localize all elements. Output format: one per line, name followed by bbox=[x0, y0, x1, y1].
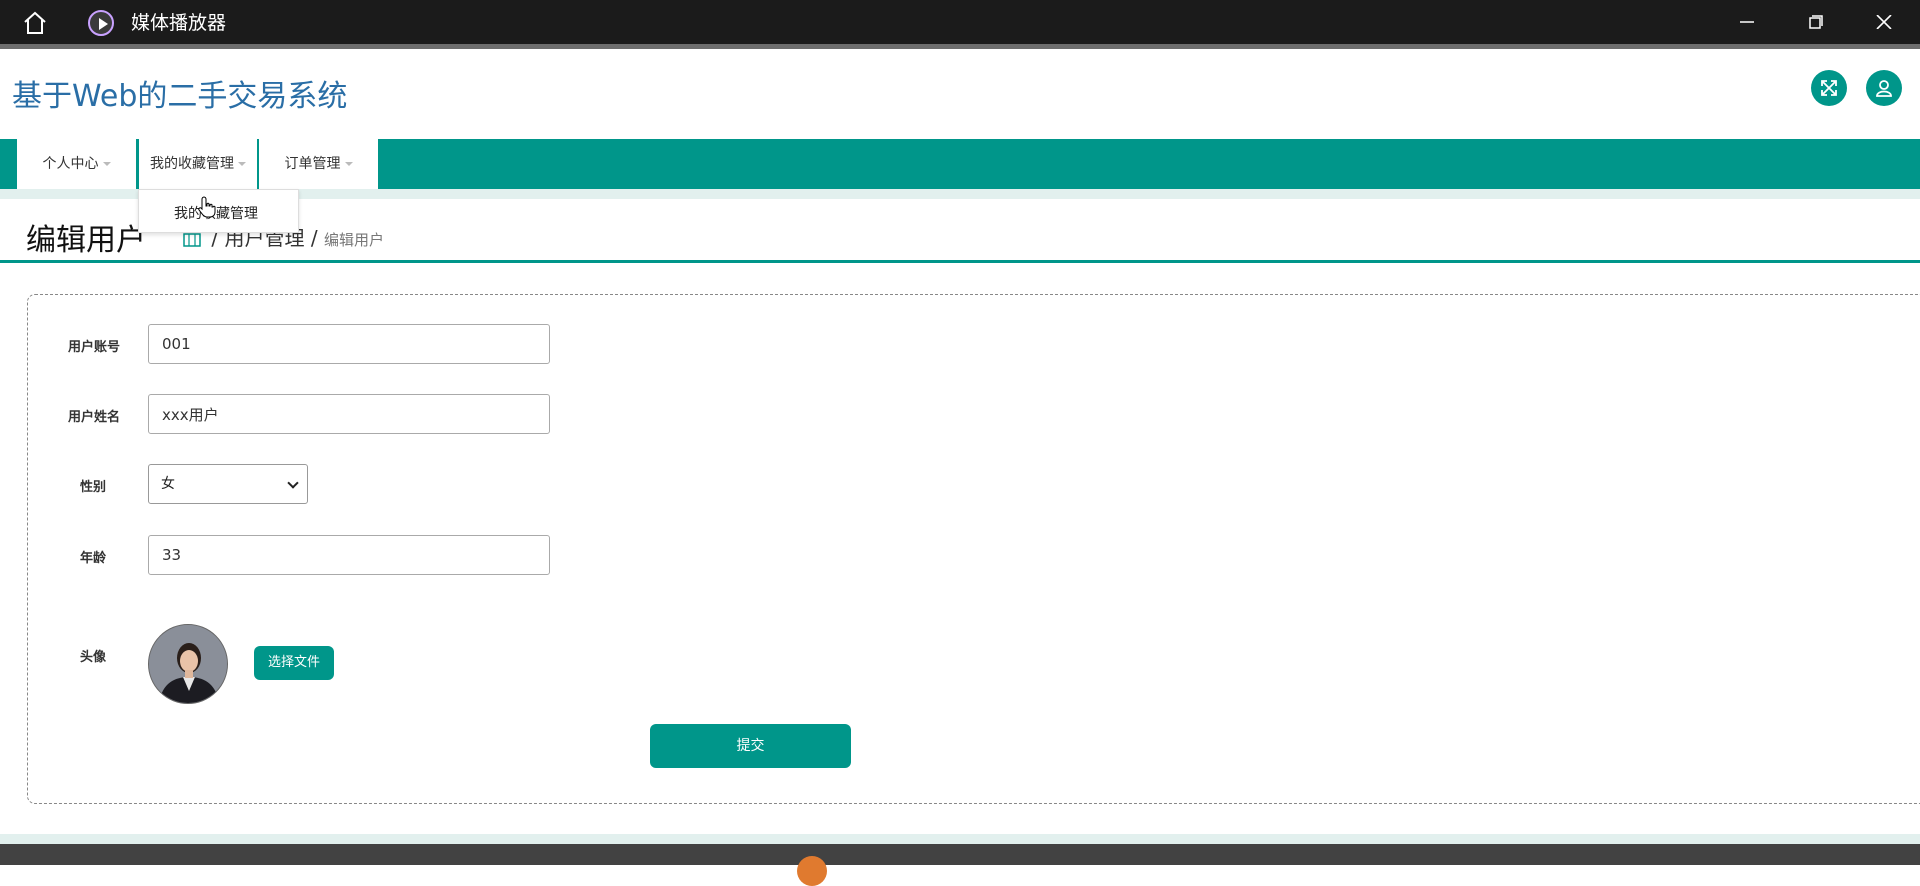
age-input[interactable] bbox=[148, 535, 550, 575]
restore-button[interactable] bbox=[1796, 8, 1836, 36]
gender-label: 性别 bbox=[79, 480, 106, 495]
nav-item-label: 订单管理 bbox=[284, 156, 341, 172]
name-label: 用户姓名 bbox=[67, 410, 120, 425]
main-nav: 个人中心 我的收藏管理 订单管理 bbox=[0, 139, 1920, 189]
playback-knob-icon[interactable] bbox=[797, 856, 827, 886]
title-divider bbox=[0, 260, 1920, 263]
nav-item-order-management[interactable]: 订单管理 bbox=[259, 139, 379, 189]
restore-icon bbox=[1809, 15, 1823, 29]
breadcrumb-current: 编辑用户 bbox=[323, 231, 384, 249]
gender-select[interactable]: 女 bbox=[148, 464, 308, 504]
favorites-dropdown-menu: 我的收藏管理 bbox=[138, 189, 299, 233]
submit-button[interactable]: 提交 bbox=[650, 724, 851, 768]
expand-icon[interactable] bbox=[1811, 70, 1847, 106]
footer-strip bbox=[0, 834, 1920, 844]
app-header: 基于Web的二手交易系统 bbox=[0, 49, 1920, 139]
window-title: 媒体播放器 bbox=[131, 12, 227, 34]
nav-item-personal-center[interactable]: 个人中心 bbox=[17, 139, 137, 189]
nav-item-my-favorites[interactable]: 我的收藏管理 bbox=[138, 139, 258, 189]
gender-selected-value: 女 bbox=[161, 476, 175, 492]
chevron-down-icon bbox=[344, 162, 353, 166]
site-brand-title: 基于Web的二手交易系统 bbox=[12, 79, 348, 114]
close-icon bbox=[1876, 15, 1892, 29]
dropdown-item-my-favorites[interactable]: 我的收藏管理 bbox=[174, 203, 258, 223]
user-icon[interactable] bbox=[1866, 70, 1902, 106]
close-button[interactable] bbox=[1864, 8, 1904, 36]
hand-pointer-cursor-icon bbox=[198, 196, 216, 222]
window-titlebar: 媒体播放器 bbox=[0, 0, 1920, 44]
media-player-logo-icon bbox=[88, 10, 114, 36]
name-input[interactable] bbox=[148, 394, 550, 434]
account-input[interactable] bbox=[148, 324, 550, 364]
home-icon[interactable] bbox=[183, 232, 201, 247]
avatar bbox=[148, 624, 228, 704]
choose-file-button[interactable]: 选择文件 bbox=[254, 646, 334, 680]
chevron-down-icon bbox=[287, 477, 299, 489]
nav-item-label: 个人中心 bbox=[42, 156, 99, 172]
avatar-label: 头像 bbox=[79, 650, 106, 665]
home-icon[interactable] bbox=[22, 10, 48, 36]
chevron-down-icon bbox=[102, 162, 111, 166]
media-player-bar bbox=[0, 844, 1920, 886]
page-title: 编辑用户 bbox=[26, 223, 146, 258]
breadcrumb-separator: / bbox=[310, 226, 318, 250]
chevron-down-icon bbox=[238, 162, 246, 166]
account-label: 用户账号 bbox=[67, 340, 120, 355]
nav-item-label: 我的收藏管理 bbox=[150, 156, 234, 172]
minimize-icon bbox=[1740, 21, 1754, 23]
minimize-button[interactable] bbox=[1727, 8, 1767, 36]
age-label: 年龄 bbox=[79, 551, 106, 566]
